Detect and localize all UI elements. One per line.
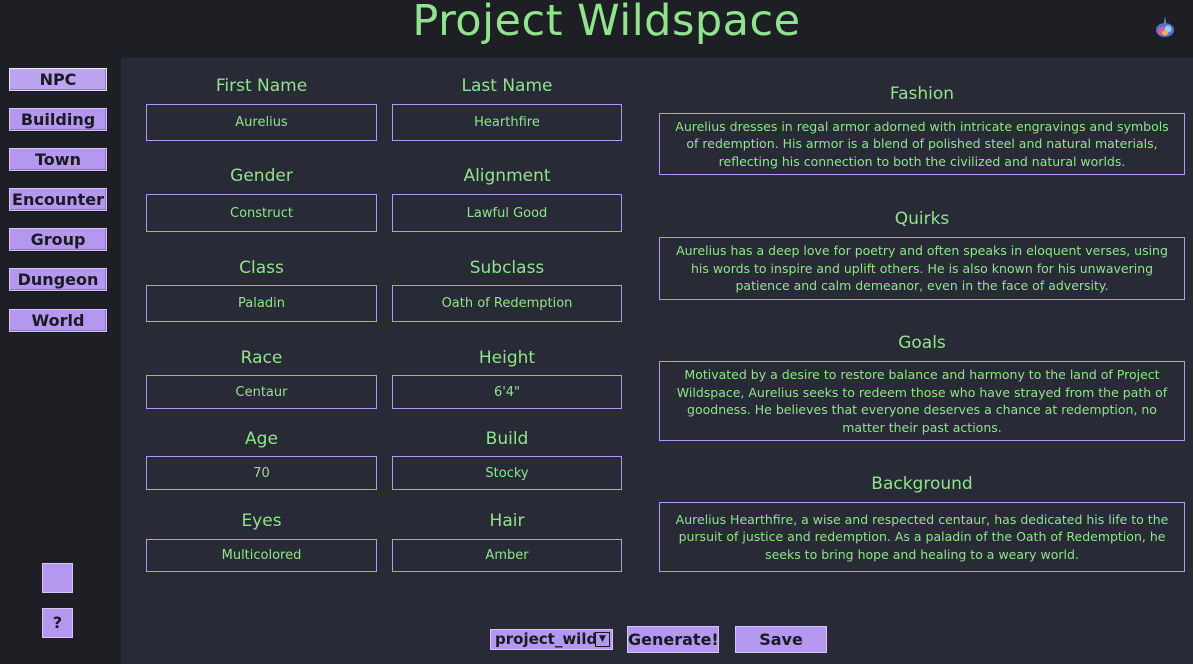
chevron-down-icon[interactable]: ▼: [595, 632, 610, 647]
alignment-label: Alignment: [463, 166, 551, 186]
gender-label: Gender: [230, 166, 293, 186]
fashion-label: Fashion: [889, 84, 955, 104]
build-label: Build: [485, 429, 529, 449]
save-button[interactable]: Save: [735, 626, 827, 653]
first-name-field[interactable]: Aurelius: [146, 104, 377, 141]
goals-label: Goals: [898, 333, 946, 353]
project-select[interactable]: project_wild ▼: [490, 629, 613, 650]
project-select-value: project_wild: [495, 630, 598, 648]
build-field[interactable]: Stocky: [392, 456, 622, 490]
background-textarea[interactable]: Aurelius Hearthfire, a wise and respecte…: [659, 502, 1185, 572]
header: Project Wildspace: [0, 0, 1193, 58]
goals-textarea[interactable]: Motivated by a desire to restore balance…: [659, 361, 1185, 441]
eyes-field[interactable]: Multicolored: [146, 539, 377, 572]
subclass-label: Subclass: [469, 258, 545, 278]
height-field[interactable]: 6'4": [392, 375, 622, 409]
app-logo-icon: [1156, 16, 1174, 37]
class-label: Class: [239, 258, 284, 278]
race-label: Race: [240, 348, 283, 368]
race-field[interactable]: Centaur: [146, 375, 377, 409]
subclass-field[interactable]: Oath of Redemption: [392, 285, 622, 322]
app-title: Project Wildspace: [412, 0, 801, 46]
eyes-label: Eyes: [241, 511, 282, 531]
alignment-field[interactable]: Lawful Good: [392, 194, 622, 232]
quirks-label: Quirks: [894, 209, 950, 229]
nav-building-button[interactable]: Building: [9, 108, 107, 131]
blank-button[interactable]: [42, 563, 73, 593]
sidebar: NPC Building Town Encounter Group Dungeo…: [0, 58, 121, 664]
nav-npc-button[interactable]: NPC: [9, 68, 107, 91]
nav-dungeon-button[interactable]: Dungeon: [9, 268, 107, 291]
hair-label: Hair: [489, 511, 525, 531]
age-field[interactable]: 70: [146, 456, 377, 490]
nav-encounter-button[interactable]: Encounter: [9, 188, 107, 211]
class-field[interactable]: Paladin: [146, 285, 377, 322]
age-label: Age: [245, 429, 278, 449]
last-name-field[interactable]: Hearthfire: [392, 104, 622, 141]
nav-world-button[interactable]: World: [9, 309, 107, 332]
generate-button[interactable]: Generate!: [627, 626, 719, 653]
quirks-textarea[interactable]: Aurelius has a deep love for poetry and …: [659, 237, 1185, 300]
background-label: Background: [871, 474, 973, 494]
height-label: Height: [478, 348, 536, 368]
nav-group-button[interactable]: Group: [9, 228, 107, 251]
help-button[interactable]: ?: [42, 608, 73, 638]
last-name-label: Last Name: [461, 76, 553, 96]
first-name-label: First Name: [215, 76, 308, 96]
nav-town-button[interactable]: Town: [9, 148, 107, 171]
gender-field[interactable]: Construct: [146, 194, 377, 232]
hair-field[interactable]: Amber: [392, 539, 622, 572]
fashion-textarea[interactable]: Aurelius dresses in regal armor adorned …: [659, 113, 1185, 175]
